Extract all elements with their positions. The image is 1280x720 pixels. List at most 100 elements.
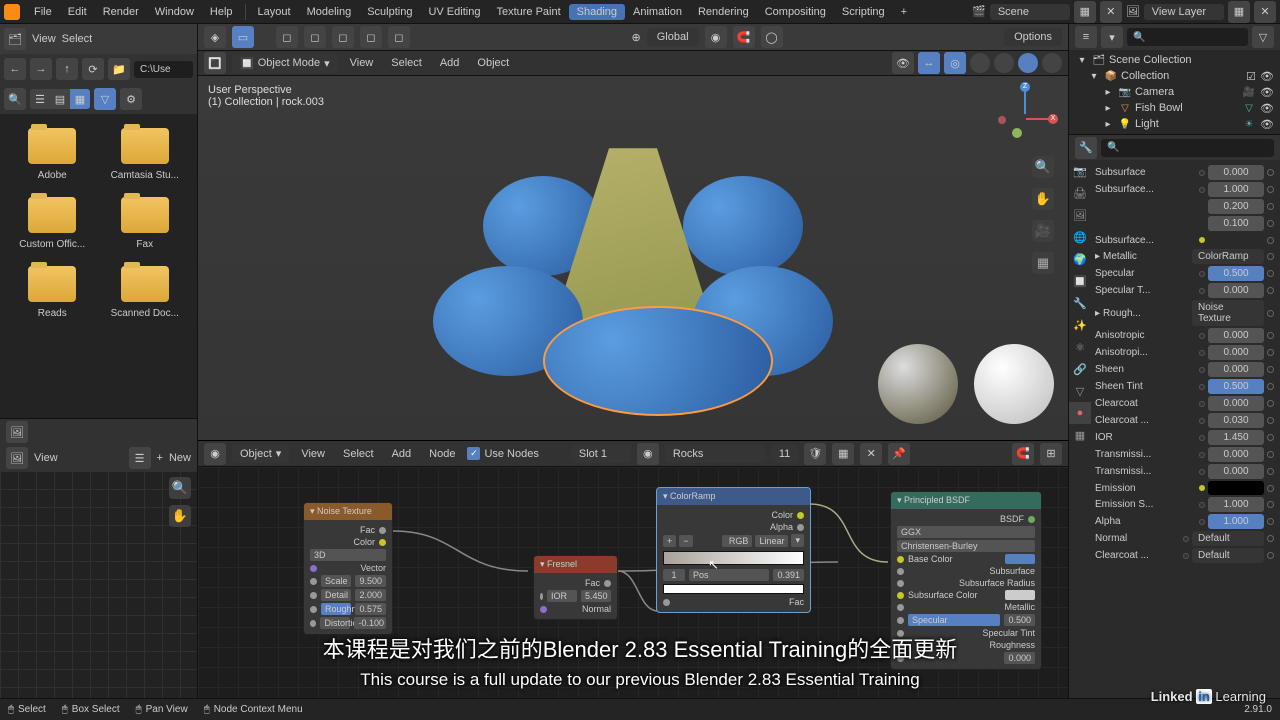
tree-scene-collection[interactable]: ▾🗂Scene Collection [1073,52,1276,68]
property-value[interactable]: 0.000 [1208,447,1264,462]
property-value[interactable]: 0.000 [1208,283,1264,298]
slot-selector[interactable]: Slot 1 [571,445,631,463]
node-editor-type-icon[interactable]: ◉ [204,443,226,465]
search-icon[interactable]: 🔍 [4,88,26,110]
image-plus-icon[interactable]: + [157,452,163,464]
fakeuser-icon[interactable]: 🛡 [804,443,826,465]
material-users[interactable]: 11 [771,445,798,463]
folder-item[interactable]: Scanned Doc... [101,260,190,325]
transform-orientation[interactable]: Global [647,28,699,46]
app-logo-icon[interactable] [4,4,20,20]
folder-item[interactable]: Reads [8,260,97,325]
viewlayer-close-button[interactable]: ✕ [1254,1,1276,23]
keyframe-icon[interactable] [1267,310,1274,317]
visibility-icon[interactable]: 👁 [892,52,914,74]
shader-type-selector[interactable]: Object▾ [232,444,289,463]
keyframe-icon[interactable] [1267,400,1274,407]
keyframe-icon[interactable] [1267,203,1274,210]
keyframe-icon[interactable] [1267,501,1274,508]
view-list-icon[interactable]: ☰ [30,89,50,109]
snap-a-icon[interactable]: ◻ [276,26,298,48]
property-link[interactable]: Noise Texture [1192,300,1264,326]
ramp-color-swatch[interactable] [663,584,804,594]
folder-item[interactable]: Fax [101,191,190,256]
mode-selector[interactable]: 🔲Object Mode▾ [232,54,338,73]
nav-up-button[interactable]: ↑ [56,58,78,80]
props-search[interactable]: 🔍 [1101,139,1274,157]
property-value[interactable]: 1.000 [1208,497,1264,512]
view-detail-icon[interactable]: ▤ [50,89,70,109]
ptab-data-icon[interactable]: ▽ [1069,380,1091,402]
add-workspace-button[interactable]: + [893,6,915,18]
use-nodes-checkbox[interactable]: ✓Use Nodes [467,447,538,460]
matpreview-shade-icon[interactable] [1018,53,1038,73]
props-type-icon[interactable]: 🔧 [1075,137,1097,159]
snap-c-icon[interactable]: ◻ [332,26,354,48]
keyframe-icon[interactable] [1267,434,1274,441]
gizmo-icon[interactable]: ↔ [918,52,940,74]
scene-selector[interactable]: Scene [990,4,1070,20]
chevron-right-icon[interactable]: ▸ [1095,251,1100,262]
tab-shading[interactable]: Shading [569,4,625,20]
filebrowser-editor-icon[interactable]: 🗂 [4,28,26,50]
property-value[interactable]: 0.500 [1208,379,1264,394]
menu-file[interactable]: File [26,6,60,18]
settings-icon[interactable]: ⚙ [120,88,142,110]
keyframe-icon[interactable] [1267,220,1274,227]
property-value[interactable]: 0.030 [1208,413,1264,428]
nav-forward-button[interactable]: → [30,58,52,80]
image-canvas[interactable]: 🔍 ✋ [0,471,197,698]
property-value[interactable]: 0.000 [1208,345,1264,360]
property-value[interactable]: 1.000 [1208,514,1264,529]
nav-newfolder-button[interactable]: 📁 [108,58,130,80]
unlink-material-icon[interactable]: ✕ [860,443,882,465]
color-swatch[interactable] [1208,481,1264,495]
snap-e-icon[interactable]: ◻ [388,26,410,48]
ramp-remove-button[interactable]: − [679,535,692,547]
property-value[interactable]: 0.000 [1208,396,1264,411]
property-link[interactable]: Default [1192,548,1264,563]
editor-type-icon[interactable]: 🔳 [204,52,226,74]
img-pan-icon[interactable]: ✋ [169,505,191,527]
folder-item[interactable]: Camtasia Stu... [101,122,190,187]
pan-icon[interactable]: ✋ [1032,188,1054,210]
keyframe-icon[interactable] [1267,552,1274,559]
ptab-output-icon[interactable]: 🖨 [1069,182,1091,204]
tab-uvediting[interactable]: UV Editing [420,6,488,18]
color-swatch[interactable] [1208,233,1264,247]
property-value[interactable]: 0.000 [1208,464,1264,479]
folder-item[interactable]: Custom Offic... [8,191,97,256]
snap-d-icon[interactable]: ◻ [360,26,382,48]
menu-window[interactable]: Window [147,6,202,18]
tree-fishbowl[interactable]: ▸▽Fish Bowl ▽👁 [1073,100,1276,116]
viewlayer-browse-button[interactable]: ▦ [1228,1,1250,23]
scene-browse-button[interactable]: ▦ [1074,1,1096,23]
keyframe-icon[interactable] [1267,349,1274,356]
keyframe-icon[interactable] [1267,332,1274,339]
ptab-modifier-icon[interactable]: 🔧 [1069,292,1091,314]
ptab-particle-icon[interactable]: ✨ [1069,314,1091,336]
colorramp-gradient[interactable] [663,551,804,565]
node-view-menu[interactable]: View [295,448,331,460]
keyframe-icon[interactable] [1267,366,1274,373]
keyframe-icon[interactable] [1267,253,1274,260]
ramp-interp[interactable]: Linear [755,535,788,547]
zoom-icon[interactable]: 🔍 [1032,156,1054,178]
ramp-menu-icon[interactable]: ▾ [791,534,804,547]
snap-toggle-icon[interactable]: 🧲 [733,26,755,48]
tree-collection[interactable]: ▾📦Collection ☑👁 [1073,68,1276,84]
ramp-add-button[interactable]: + [663,535,676,547]
node-fresnel[interactable]: ▾ Fresnel Fac IOR5.450 Normal [533,555,618,620]
image-mode-icon[interactable]: 🖼 [6,447,28,469]
wireframe-shade-icon[interactable] [970,53,990,73]
ptab-render-icon[interactable]: 📷 [1069,160,1091,182]
viewport-object-menu[interactable]: Object [471,57,515,69]
property-value[interactable]: 0.500 [1208,266,1264,281]
selected-object[interactable] [543,306,773,416]
material-icon[interactable]: ◉ [637,443,659,465]
viewport-view-menu[interactable]: View [344,57,380,69]
ptab-object-icon[interactable]: 🔲 [1069,270,1091,292]
menu-help[interactable]: Help [202,6,241,18]
viewlayer-selector[interactable]: View Layer [1144,4,1224,20]
property-value[interactable]: 0.100 [1208,216,1264,231]
